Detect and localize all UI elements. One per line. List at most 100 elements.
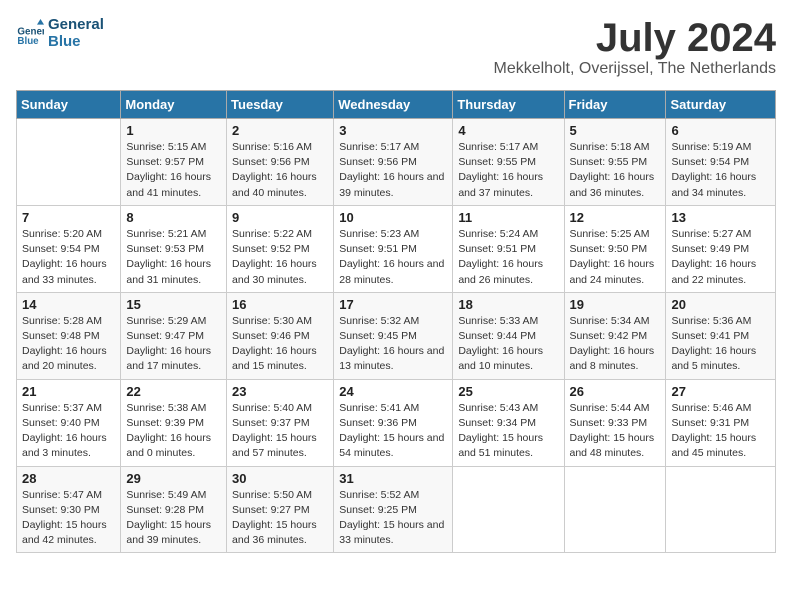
day-info: Sunrise: 5:41 AMSunset: 9:36 PMDaylight:… (339, 401, 447, 462)
day-cell: 9Sunrise: 5:22 AMSunset: 9:52 PMDaylight… (227, 205, 334, 292)
day-info: Sunrise: 5:50 AMSunset: 9:27 PMDaylight:… (232, 488, 328, 549)
day-number: 20 (671, 297, 770, 312)
day-info: Sunrise: 5:49 AMSunset: 9:28 PMDaylight:… (126, 488, 221, 549)
day-number: 23 (232, 384, 328, 399)
day-number: 2 (232, 123, 328, 138)
day-cell (564, 466, 666, 553)
day-number: 5 (570, 123, 661, 138)
day-info: Sunrise: 5:38 AMSunset: 9:39 PMDaylight:… (126, 401, 221, 462)
day-info: Sunrise: 5:25 AMSunset: 9:50 PMDaylight:… (570, 227, 661, 288)
logo-text-general: General (48, 16, 104, 33)
day-info: Sunrise: 5:22 AMSunset: 9:52 PMDaylight:… (232, 227, 328, 288)
day-number: 28 (22, 471, 115, 486)
day-cell: 27Sunrise: 5:46 AMSunset: 9:31 PMDayligh… (666, 379, 776, 466)
day-cell: 10 Sunrise: 5:23 AMSunset: 9:51 PMDayligh… (334, 205, 453, 292)
day-info: Sunrise: 5:40 AMSunset: 9:37 PMDaylight:… (232, 401, 328, 462)
logo-text-blue: Blue (48, 33, 104, 50)
day-info: Sunrise: 5:18 AMSunset: 9:55 PMDaylight:… (570, 140, 661, 201)
day-cell: 28 Sunrise: 5:47 AMSunset: 9:30 PMDayligh… (17, 466, 121, 553)
day-cell: 24 Sunrise: 5:41 AMSunset: 9:36 PMDayligh… (334, 379, 453, 466)
day-number: 17 (339, 297, 447, 312)
day-number: 21 (22, 384, 115, 399)
day-cell: 22 Sunrise: 5:38 AMSunset: 9:39 PMDayligh… (121, 379, 227, 466)
day-info: Sunrise: 5:17 AMSunset: 9:55 PMDaylight:… (458, 140, 558, 201)
day-cell: 18 Sunrise: 5:33 AMSunset: 9:44 PMDayligh… (453, 292, 564, 379)
day-info: Sunrise: 5:34 AMSunset: 9:42 PMDaylight:… (570, 314, 661, 375)
day-info: Sunrise: 5:20 AMSunset: 9:54 PMDaylight:… (22, 227, 115, 288)
day-cell: 31Sunrise: 5:52 AMSunset: 9:25 PMDayligh… (334, 466, 453, 553)
month-title: July 2024 (494, 16, 777, 60)
day-number: 11 (458, 210, 558, 225)
day-info: Sunrise: 5:19 AMSunset: 9:54 PMDaylight:… (671, 140, 770, 201)
day-cell: 4 Sunrise: 5:17 AMSunset: 9:55 PMDaylight… (453, 119, 564, 206)
week-row-2: 7 Sunrise: 5:20 AMSunset: 9:54 PMDaylight… (17, 205, 776, 292)
day-cell: 2 Sunrise: 5:16 AMSunset: 9:56 PMDaylight… (227, 119, 334, 206)
calendar-table: SundayMondayTuesdayWednesdayThursdayFrid… (16, 90, 776, 553)
day-number: 13 (671, 210, 770, 225)
day-info: Sunrise: 5:36 AMSunset: 9:41 PMDaylight:… (671, 314, 770, 375)
week-row-5: 28 Sunrise: 5:47 AMSunset: 9:30 PMDayligh… (17, 466, 776, 553)
svg-text:Blue: Blue (17, 36, 39, 47)
day-cell: 16 Sunrise: 5:30 AMSunset: 9:46 PMDayligh… (227, 292, 334, 379)
day-info: Sunrise: 5:28 AMSunset: 9:48 PMDaylight:… (22, 314, 115, 375)
day-cell (453, 466, 564, 553)
day-cell: 8 Sunrise: 5:21 AMSunset: 9:53 PMDaylight… (121, 205, 227, 292)
title-area: July 2024 Mekkelholt, Overijssel, The Ne… (494, 16, 777, 78)
week-row-1: 1Sunrise: 5:15 AMSunset: 9:57 PMDaylight… (17, 119, 776, 206)
column-header-wednesday: Wednesday (334, 91, 453, 119)
day-cell: 25 Sunrise: 5:43 AMSunset: 9:34 PMDayligh… (453, 379, 564, 466)
column-header-monday: Monday (121, 91, 227, 119)
day-number: 16 (232, 297, 328, 312)
day-cell: 3 Sunrise: 5:17 AMSunset: 9:56 PMDaylight… (334, 119, 453, 206)
day-number: 8 (126, 210, 221, 225)
logo-icon: General Blue (16, 19, 44, 47)
day-number: 18 (458, 297, 558, 312)
day-number: 7 (22, 210, 115, 225)
day-info: Sunrise: 5:47 AMSunset: 9:30 PMDaylight:… (22, 488, 115, 549)
column-header-sunday: Sunday (17, 91, 121, 119)
day-info: Sunrise: 5:23 AMSunset: 9:51 PMDaylight:… (339, 227, 447, 288)
day-info: Sunrise: 5:43 AMSunset: 9:34 PMDaylight:… (458, 401, 558, 462)
day-cell: 1Sunrise: 5:15 AMSunset: 9:57 PMDaylight… (121, 119, 227, 206)
day-number: 24 (339, 384, 447, 399)
day-cell (666, 466, 776, 553)
day-cell (17, 119, 121, 206)
day-number: 3 (339, 123, 447, 138)
day-number: 25 (458, 384, 558, 399)
day-info: Sunrise: 5:16 AMSunset: 9:56 PMDaylight:… (232, 140, 328, 201)
day-number: 29 (126, 471, 221, 486)
day-cell: 13Sunrise: 5:27 AMSunset: 9:49 PMDayligh… (666, 205, 776, 292)
day-info: Sunrise: 5:21 AMSunset: 9:53 PMDaylight:… (126, 227, 221, 288)
day-number: 19 (570, 297, 661, 312)
day-cell: 19 Sunrise: 5:34 AMSunset: 9:42 PMDayligh… (564, 292, 666, 379)
header: General Blue General Blue July 2024 Mekk… (16, 16, 776, 78)
week-row-4: 21Sunrise: 5:37 AMSunset: 9:40 PMDayligh… (17, 379, 776, 466)
day-cell: 26 Sunrise: 5:44 AMSunset: 9:33 PMDayligh… (564, 379, 666, 466)
day-number: 22 (126, 384, 221, 399)
day-number: 14 (22, 297, 115, 312)
day-info: Sunrise: 5:17 AMSunset: 9:56 PMDaylight:… (339, 140, 447, 201)
day-number: 30 (232, 471, 328, 486)
day-number: 4 (458, 123, 558, 138)
day-cell: 11 Sunrise: 5:24 AMSunset: 9:51 PMDayligh… (453, 205, 564, 292)
day-number: 26 (570, 384, 661, 399)
day-info: Sunrise: 5:52 AMSunset: 9:25 PMDaylight:… (339, 488, 447, 549)
day-info: Sunrise: 5:30 AMSunset: 9:46 PMDaylight:… (232, 314, 328, 375)
day-cell: 7 Sunrise: 5:20 AMSunset: 9:54 PMDaylight… (17, 205, 121, 292)
day-info: Sunrise: 5:46 AMSunset: 9:31 PMDaylight:… (671, 401, 770, 462)
day-number: 12 (570, 210, 661, 225)
day-cell: 5 Sunrise: 5:18 AMSunset: 9:55 PMDaylight… (564, 119, 666, 206)
day-number: 10 (339, 210, 447, 225)
day-cell: 12 Sunrise: 5:25 AMSunset: 9:50 PMDayligh… (564, 205, 666, 292)
logo: General Blue General Blue (16, 16, 104, 51)
day-cell: 20 Sunrise: 5:36 AMSunset: 9:41 PMDayligh… (666, 292, 776, 379)
day-cell: 6Sunrise: 5:19 AMSunset: 9:54 PMDaylight… (666, 119, 776, 206)
day-info: Sunrise: 5:44 AMSunset: 9:33 PMDaylight:… (570, 401, 661, 462)
day-info: Sunrise: 5:29 AMSunset: 9:47 PMDaylight:… (126, 314, 221, 375)
day-cell: 29 Sunrise: 5:49 AMSunset: 9:28 PMDayligh… (121, 466, 227, 553)
day-number: 15 (126, 297, 221, 312)
day-cell: 21Sunrise: 5:37 AMSunset: 9:40 PMDayligh… (17, 379, 121, 466)
day-info: Sunrise: 5:33 AMSunset: 9:44 PMDaylight:… (458, 314, 558, 375)
day-info: Sunrise: 5:24 AMSunset: 9:51 PMDaylight:… (458, 227, 558, 288)
header-row: SundayMondayTuesdayWednesdayThursdayFrid… (17, 91, 776, 119)
